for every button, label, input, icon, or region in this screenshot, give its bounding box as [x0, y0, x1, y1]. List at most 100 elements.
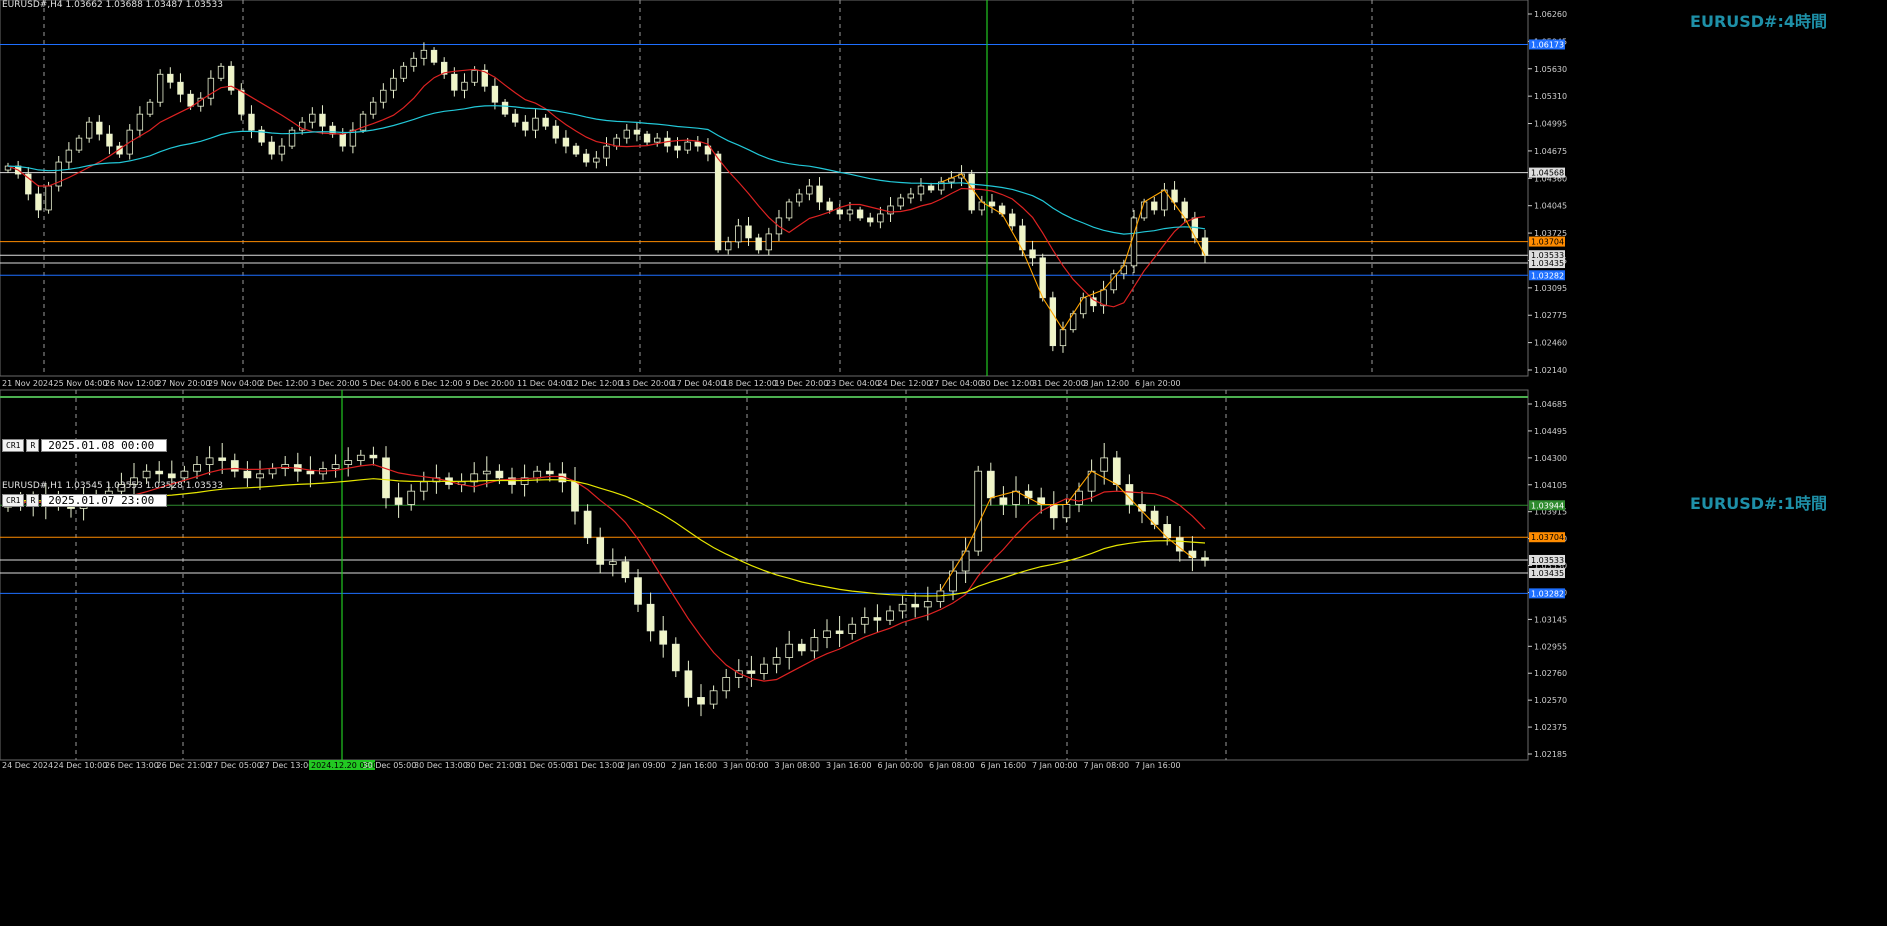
h1-chart-title: EURUSD#:1時間 [1690, 494, 1827, 513]
panel-1-candle-body [230, 460, 239, 472]
h4-cr1-tag: CR1 [2, 439, 25, 452]
panel-0-candle-body [907, 193, 915, 199]
panel-0-candle-body [846, 209, 854, 215]
panel-0-x-tick-label-15: 19 Dec 20:00 [775, 379, 829, 388]
panel-0-y-tick-label-0: 1.06260 [1534, 10, 1567, 19]
panel-0-candle-body [694, 141, 701, 147]
panel-0-candle-body [1009, 213, 1016, 227]
panel-1-candle-body [583, 510, 592, 539]
panel-1-candle-body [382, 457, 390, 499]
panel-0-candle-body [765, 233, 772, 251]
panel-1-candle-body [898, 603, 907, 612]
panel-0-candle-body [917, 185, 925, 195]
h4-crosshair-date-box: CR1 R 2025.01.08 00:00 [2, 439, 168, 452]
panel-0-candle-body [106, 133, 113, 147]
h1-crosshair-date-box: CR1 R 2025.01.07 23:00 [2, 494, 168, 507]
panel-1-price-tag-3: 1.03435 [1531, 569, 1564, 578]
panel-0-x-tick-label-8: 6 Dec 12:00 [414, 379, 463, 388]
panel-0-candle-body [633, 129, 641, 135]
panel-0-x-tick-label-16: 23 Dec 04:00 [826, 379, 880, 388]
panel-0-candle-body [35, 193, 42, 211]
panel-1-x-tick-label-17: 6 Jan 00:00 [878, 761, 924, 770]
panel-1-candle-body [193, 464, 201, 472]
panel-1-x-tick-label-1: 24 Dec 10:00 [54, 761, 108, 770]
panel-1-candle-body [1012, 490, 1020, 505]
panel-1-x-tick-label-2: 26 Dec 13:00 [105, 761, 159, 770]
panel-0-candle-body [826, 201, 833, 211]
panel-0-candle-body [1090, 297, 1097, 307]
panel-0-candle-body [288, 129, 296, 147]
panel-1-x-tick-label-15: 3 Jan 08:00 [775, 761, 821, 770]
panel-1-candle-body [772, 657, 781, 665]
panel-0-candle-body [319, 113, 326, 127]
panel-1-x-tick-label-7: 30 Dec 05:00 [363, 761, 417, 770]
panel-0-candle-body [75, 137, 83, 151]
panel-1-candle-body [482, 470, 491, 475]
panel-1-candle-body [823, 630, 831, 638]
panel-1-candle-body [1188, 550, 1197, 559]
panel-1-y-tick-label-3: 1.04105 [1534, 481, 1567, 490]
panel-1-candle-body [986, 470, 995, 499]
panel-0-candle-body [1151, 201, 1158, 211]
panel-1-y-tick-label-1: 1.04495 [1534, 427, 1567, 436]
panel-0-candle-body [583, 153, 590, 163]
panel-1-y-tick-label-11: 1.02570 [1534, 696, 1567, 705]
panel-1-candle-body [407, 490, 416, 505]
panel-0-candle-body [278, 145, 286, 155]
panel-0-candle-body [1140, 201, 1148, 219]
panel-1-x-tick-label-19: 6 Jan 16:00 [981, 761, 1027, 770]
panel-1-candle-body [1112, 457, 1121, 485]
panel-0-y-tick-label-12: 1.02460 [1534, 339, 1567, 348]
panel-0-candle-body [1130, 217, 1138, 267]
panel-0-candle-body [451, 73, 458, 91]
h4-symbol-header: EURUSD#,H4 1.03662 1.03688 1.03487 1.035… [2, 0, 223, 10]
panel-0-y-tick-label-11: 1.02775 [1534, 311, 1567, 320]
panel-1-x-tick-label-14: 3 Jan 00:00 [723, 761, 769, 770]
panel-0-candle-body [593, 157, 600, 163]
panel-0-candle-body [1029, 249, 1036, 259]
panel-0-candle-body [491, 85, 499, 103]
panel-0-x-tick-label-4: 29 Nov 04:00 [208, 379, 262, 388]
h4-cursor-date: 2025.01.08 00:00 [41, 439, 168, 452]
panel-1-price-tag-4: 1.03282 [1531, 589, 1564, 598]
panel-0-x-tick-label-12: 13 Dec 20:00 [620, 379, 674, 388]
panel-0-candle-body [684, 141, 691, 151]
panel-0-y-tick-label-5: 1.04675 [1534, 147, 1567, 156]
panel-0-candle-body [501, 101, 509, 115]
panel-0-candle-body [674, 145, 681, 151]
panel-0-candle-body [45, 185, 52, 211]
panel-1-candle-body [911, 603, 920, 608]
panel-1-candle-body [331, 464, 340, 469]
panel-0-x-tick-label-13: 17 Dec 04:00 [672, 379, 726, 388]
panel-0-candle-body [785, 201, 793, 219]
panel-1-candle-body [974, 470, 983, 552]
panel-0-price-tag-1: 1.04568 [1531, 169, 1564, 178]
panel-0-y-tick-label-10: 1.03095 [1534, 284, 1567, 293]
panel-0-candle-body [796, 193, 803, 203]
panel-0-candle-body [430, 49, 438, 63]
panel-1-candle-body [369, 454, 378, 459]
panel-1-candle-body [810, 637, 819, 652]
panel-0-x-tick-label-20: 31 Dec 20:00 [1032, 379, 1086, 388]
panel-1-price-tag-1: 1.03704 [1531, 533, 1564, 542]
panel-1-y-tick-label-2: 1.04300 [1534, 454, 1567, 463]
panel-0-x-tick-label-9: 9 Dec 20:00 [466, 379, 515, 388]
panel-0-candle-body [988, 201, 996, 207]
panel-1-candle-body [797, 643, 806, 652]
panel-1-candle-body [243, 470, 252, 479]
panel-0-candle-body [217, 65, 225, 79]
panel-0-candle-body [816, 185, 823, 203]
panel-0-price-tag-0: 1.06173 [1531, 40, 1564, 49]
panel-1-candle-body [835, 630, 844, 634]
panel-1-candle-body [306, 470, 315, 475]
trading-chart[interactable]: 1.062601.059451.056301.053101.049951.046… [0, 0, 1887, 922]
panel-1-candle-body [256, 473, 264, 479]
panel-1-candle-body [646, 603, 655, 632]
panel-0-candle-body [177, 81, 184, 95]
panel-1-candle-body [634, 577, 642, 605]
panel-0-candle-body [512, 113, 519, 123]
panel-1-x-tick-label-4: 27 Dec 05:00 [208, 761, 262, 770]
panel-0-candle-body [613, 137, 620, 147]
panel-0-y-tick-label-13: 1.02140 [1534, 366, 1567, 375]
panel-1-candle-body [886, 610, 894, 621]
